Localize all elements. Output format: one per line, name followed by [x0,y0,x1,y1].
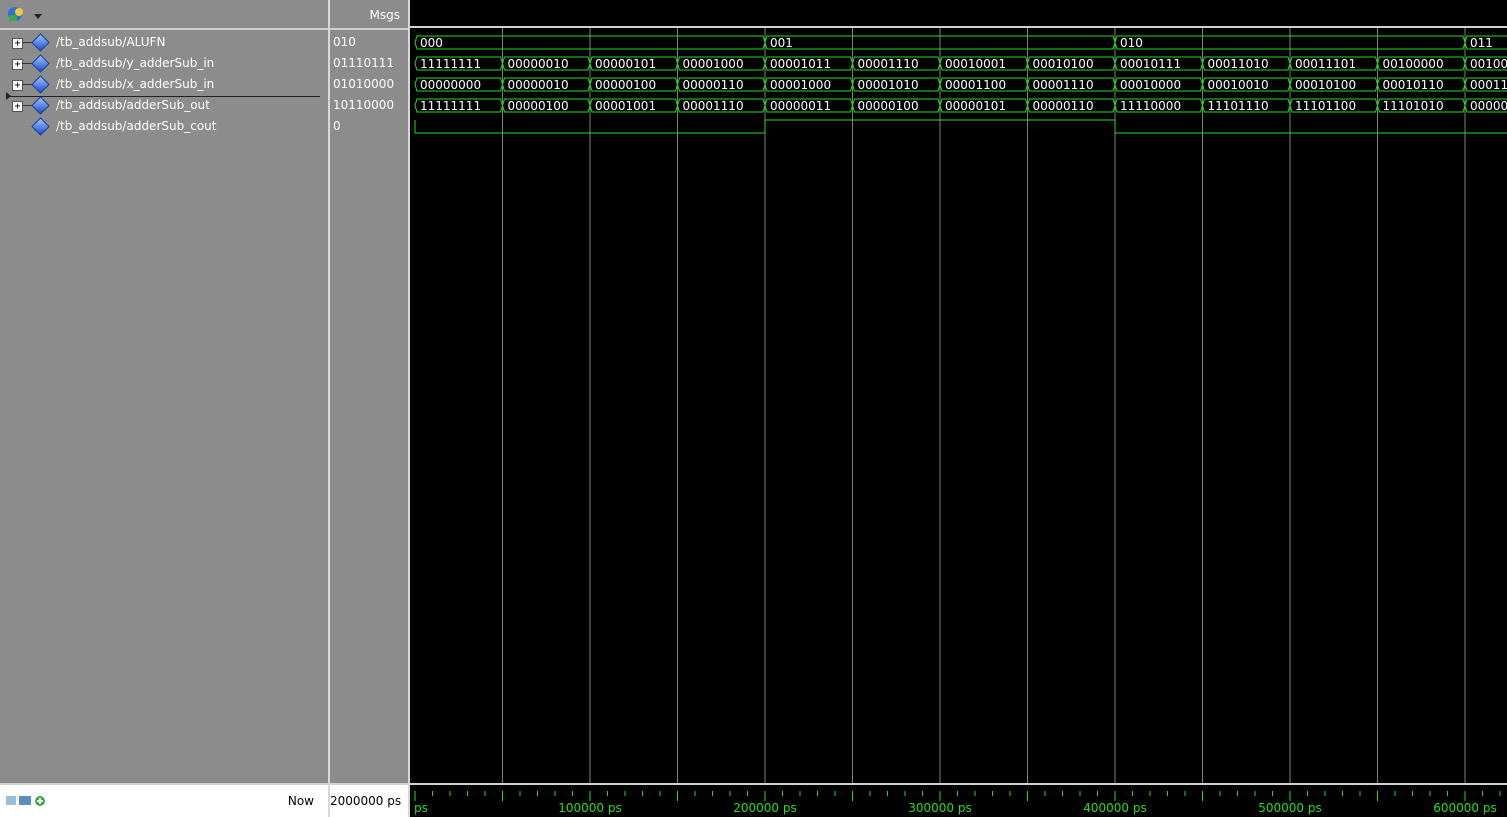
timeline-label: 100000 ps [558,801,622,815]
signal-name: /tb_addsub/adderSub_out [56,98,210,112]
signal-name-panel: + /tb_addsub/ALUFN + /tb_addsub/y_adderSub_… [0,0,328,817]
now-value: 2000000 ps [330,794,402,808]
timeline-label: 400000 ps [1083,801,1147,815]
expand-plus-icon[interactable]: + [12,101,23,112]
signal-value: 0 [333,119,341,133]
signal-row[interactable]: + /tb_addsub/ALUFN [0,32,328,53]
bus-value-label: 00000110 [1033,99,1094,113]
signal-diamond-icon [31,54,50,73]
bus-value-label: 00000100 [508,99,569,113]
bus-value-label: 010 [1120,36,1143,50]
now-label: Now [287,794,314,808]
signal-name: /tb_addsub/y_adderSub_in [56,56,215,70]
msgs-header: Msgs [369,8,400,22]
now-bar: Now [0,783,328,817]
bus-value-label: 00010110 [1383,78,1444,92]
bus-value-label: 00001110 [858,57,919,71]
signal-row[interactable]: + /tb_addsub/y_adderSub_in [0,53,328,74]
bus-value-label: 00010100 [1295,78,1356,92]
bus-value-label: 00000000 [1470,99,1507,113]
bus-value-label: 11110000 [1120,99,1181,113]
selection-line [10,96,320,97]
now-value-box: 2000000 ps [330,783,408,817]
waveform-canvas[interactable]: 000 001 010 011 11111111 00000010 00000101 0000… [410,0,1507,817]
timeline-label: 300000 ps [908,801,972,815]
bus-value-label: 11101010 [1383,99,1444,113]
bus-value-label: 00011010 [1208,57,1269,71]
bit-waveform [414,119,1507,134]
signal-name: /tb_addsub/ALUFN [56,35,166,49]
value-panel-header: Msgs [330,0,408,30]
bus-value-label: 00001001 [595,99,656,113]
bus-value-label: 11111111 [420,57,481,71]
bus-value-label: 00010010 [1208,78,1269,92]
timeline-label: 500000 ps [1258,801,1322,815]
bus-value-label: 11101110 [1208,99,1269,113]
signal-value: 01110111 [333,56,395,70]
timeline-bar[interactable]: ps 100000 ps 200000 ps 300000 ps 400000 ps 50… [410,783,1507,817]
bus-value-label: 00010001 [945,57,1006,71]
bus-value-label: 000 [420,36,443,50]
bus-value-label: 00000100 [858,99,919,113]
bus-value-label: 00001011 [770,57,831,71]
bus-value-label: 00011101 [1295,57,1356,71]
bus-value-label: 00010000 [1120,78,1181,92]
expand-plus-icon[interactable]: + [12,59,23,70]
signal-name: /tb_addsub/x_adderSub_in [56,77,215,91]
bus-value-label: 11111111 [420,99,481,113]
bus-value-label: 00001000 [770,78,831,92]
timeline-ruler[interactable]: ps 100000 ps 200000 ps 300000 ps 400000 ps 50… [410,785,1507,817]
signal-name: /tb_addsub/adderSub_cout [56,119,217,133]
bus-value-label: 00001000 [683,57,744,71]
bus-value-label: 00011000 [1470,78,1507,92]
signal-row[interactable]: /tb_addsub/adderSub_cout [0,116,328,137]
signal-panel-header [0,0,328,30]
timeline-label: 600000 ps [1433,801,1497,815]
bus-value-label: 00000011 [770,99,831,113]
bus-value-label: 00000110 [683,78,744,92]
bus-value-label: 00000000 [420,78,481,92]
signal-row[interactable]: + /tb_addsub/adderSub_out [0,95,328,116]
expand-plus-icon[interactable]: + [12,38,23,49]
signal-value: 010 [333,35,356,49]
signal-diamond-icon [31,75,50,94]
bus-value-label: 00010100 [1033,57,1094,71]
signal-value: 01010000 [333,77,395,91]
bus-value-label: 00001110 [1033,78,1094,92]
signal-diamond-icon [31,33,50,52]
bus-value-label: 00000010 [508,57,569,71]
bus-value-label: 00001110 [683,99,744,113]
signal-value: 10110000 [333,98,395,112]
waveform-panel[interactable]: 000 001 010 011 11111111 00000010 00000101 0000… [410,0,1507,817]
bus-value-label: 00100011 [1470,57,1507,71]
bus-value-label: 00100000 [1383,57,1444,71]
wave-tools-icon[interactable] [6,5,42,23]
cursor-tools-icon[interactable] [6,794,52,811]
bus-value-label: 001 [770,36,793,50]
timeline-label: 200000 ps [733,801,797,815]
bus-value-label: 00010111 [1120,57,1181,71]
bus-value-label: 00001010 [858,78,919,92]
bus-value-label: 011 [1470,36,1493,50]
bus-value-label: 00000100 [595,78,656,92]
value-panel: Msgs 010 01110111 01010000 10110000 0 200000… [330,0,408,817]
signal-diamond-icon [31,96,50,115]
expand-plus-icon[interactable]: + [12,80,23,91]
bus-value-label: 00000101 [595,57,656,71]
signal-row[interactable]: + /tb_addsub/x_adderSub_in [0,74,328,95]
timeline-start-label: ps [414,801,428,815]
signal-diamond-icon [31,117,50,136]
bus-value-label: 11101100 [1295,99,1356,113]
bus-value-label: 00001100 [945,78,1006,92]
bus-value-label: 00000101 [945,99,1006,113]
bus-value-label: 00000010 [508,78,569,92]
